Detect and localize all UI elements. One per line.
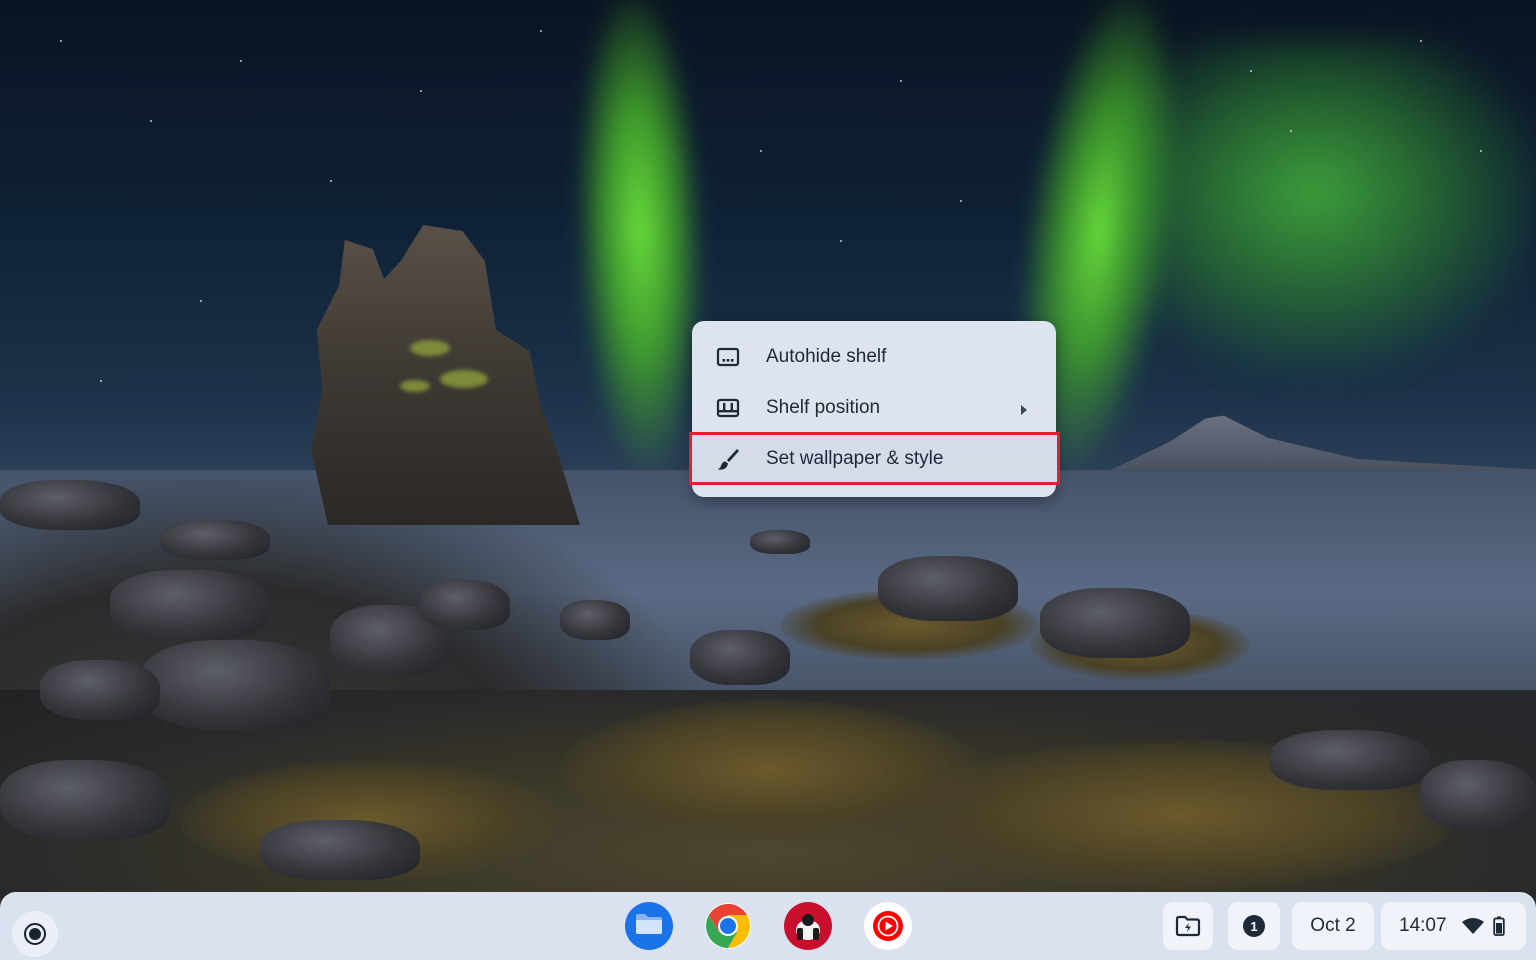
wallpaper-rock — [878, 556, 1018, 621]
menu-item-label: Shelf position — [766, 396, 881, 418]
wallpaper-rock — [1040, 588, 1190, 658]
wallpaper-rock — [750, 530, 810, 554]
wallpaper-star — [1290, 130, 1292, 132]
wallpaper-rock — [1270, 730, 1430, 790]
wallpaper-star — [150, 120, 152, 122]
menu-item-autohide-shelf[interactable]: Autohide shelf — [692, 331, 1056, 382]
autohide-shelf-icon — [714, 343, 742, 371]
launcher-button[interactable] — [12, 911, 58, 957]
wallpaper-rock — [0, 760, 170, 840]
wallpaper-star — [840, 240, 842, 242]
holding-space-button[interactable] — [1163, 902, 1213, 950]
wallpaper-star — [1420, 40, 1422, 42]
wallpaper-star — [60, 40, 62, 42]
chrome-icon — [705, 903, 751, 949]
wifi-icon — [1461, 917, 1485, 935]
shelf-app-game[interactable] — [784, 902, 832, 950]
wallpaper-rock — [690, 630, 790, 685]
status-area-button[interactable]: 14:07 — [1381, 902, 1526, 950]
paintbrush-icon — [714, 445, 742, 473]
wallpaper-star — [100, 380, 102, 382]
wallpaper-star — [540, 30, 542, 32]
wallpaper-rock — [40, 660, 160, 720]
wallpaper-star — [240, 60, 242, 62]
desktop-context-menu: Autohide shelf Shelf position Set wallpa… — [689, 321, 1060, 497]
shelf-position-icon — [714, 394, 742, 422]
wallpaper-rock — [1420, 760, 1536, 830]
menu-item-set-wallpaper-style[interactable]: Set wallpaper & style — [689, 432, 1060, 485]
wallpaper-moss — [400, 380, 430, 392]
wallpaper-star — [1250, 70, 1252, 72]
wallpaper-rock — [110, 570, 270, 640]
wallpaper-star — [960, 200, 962, 202]
wallpaper-star — [760, 150, 762, 152]
menu-item-label: Autohide shelf — [766, 345, 887, 367]
notification-button[interactable]: 1 — [1228, 902, 1280, 950]
game-app-icon — [789, 907, 827, 945]
menu-item-label: Set wallpaper & style — [766, 447, 944, 469]
wallpaper-moss — [440, 370, 488, 388]
battery-icon — [1492, 916, 1505, 936]
wallpaper-star — [330, 180, 332, 182]
wallpaper-rock — [260, 820, 420, 880]
shelf-app-youtube-music[interactable] — [864, 902, 912, 950]
date-label: Oct 2 — [1310, 915, 1356, 936]
wallpaper-aurora — [1120, 40, 1536, 380]
wallpaper-rock — [420, 580, 510, 630]
holding-space-icon — [1175, 915, 1201, 937]
menu-item-shelf-position[interactable]: Shelf position — [692, 382, 1056, 433]
wallpaper-star — [200, 300, 202, 302]
wallpaper-star — [1480, 150, 1482, 152]
files-icon — [634, 912, 664, 941]
wallpaper-rock — [160, 520, 270, 560]
wallpaper-star — [420, 90, 422, 92]
youtube-music-icon — [867, 905, 909, 947]
date-tray-button[interactable]: Oct 2 — [1292, 902, 1374, 950]
wallpaper-rock — [140, 640, 330, 730]
time-label: 14:07 — [1399, 915, 1447, 936]
shelf-app-files[interactable] — [625, 902, 673, 950]
launcher-icon — [24, 923, 46, 945]
notification-count-badge: 1 — [1243, 915, 1265, 937]
wallpaper-star — [900, 80, 902, 82]
wallpaper-moss — [410, 340, 450, 356]
shelf-app-chrome[interactable] — [704, 902, 752, 950]
wallpaper-rock — [0, 480, 140, 530]
wallpaper-rock — [560, 600, 630, 640]
submenu-arrow-icon — [1020, 400, 1028, 422]
